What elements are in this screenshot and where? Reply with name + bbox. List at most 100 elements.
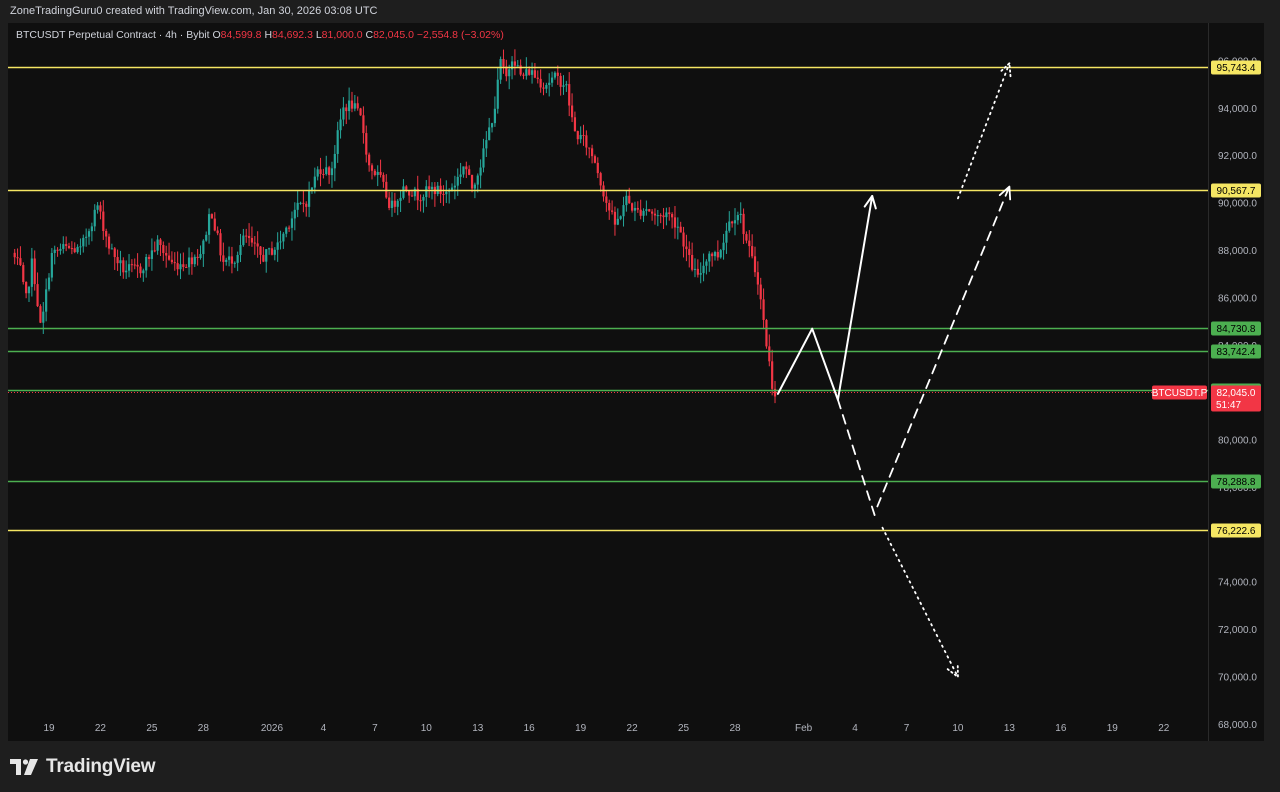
candle-body [731,221,734,224]
candle-body [159,239,162,246]
candle-body [739,213,742,216]
candle-body [127,264,131,271]
candle-body [348,100,351,112]
y-tick-label: 70,000.0 [1218,673,1257,684]
candle-body [385,181,388,198]
candle-body [156,239,159,251]
candle-body [753,256,757,273]
y-tick-label: 72,000.0 [1218,625,1257,636]
candle-body [305,203,308,207]
candle-body [651,211,654,214]
candle-body [722,242,725,251]
legend-open-label: O [212,29,221,41]
candle-body [145,257,148,271]
candle-body [610,210,614,212]
candle-body [176,263,179,270]
projection-dashed [837,398,877,520]
candle-body [73,248,76,253]
candle-body [199,254,202,259]
candle-body [525,69,528,76]
candle-body [125,270,128,273]
price-chart[interactable]: 68,000.070,000.072,000.074,000.078,000.0… [8,23,1264,741]
candle-body [445,191,448,195]
x-tick-label: 22 [1158,723,1170,734]
candle-body [162,245,165,253]
x-tick-label: 13 [1004,723,1016,734]
x-tick-label: 10 [421,723,433,734]
candle-body [219,233,222,256]
candle-body [488,127,491,141]
candle-body [679,226,682,233]
candle-body [616,218,619,225]
candle-body [27,286,31,294]
candle-body [87,231,91,237]
projection-solid [776,194,874,401]
tradingview-logo[interactable]: TradingView [10,756,156,778]
candle-body [147,257,151,259]
candle-body [450,187,454,191]
candle-body [513,61,517,66]
candle-body [353,103,356,109]
candle-body [642,210,645,216]
candle-body [736,215,739,221]
candle-body [668,212,671,215]
x-tick-label: 28 [729,723,741,734]
candle-body [142,270,145,274]
legend-open-value: 84,599.8 [220,29,262,41]
candle-body [539,78,542,88]
candle-body [368,154,371,166]
candle-body [751,246,754,257]
candle-body [588,147,591,149]
candle-body [545,84,548,89]
candle-body [408,190,411,196]
candle-body [225,259,228,262]
candle-body [250,237,254,243]
y-tick-label: 90,000.0 [1218,199,1257,210]
candle-body [579,134,582,140]
candle-body [742,213,745,235]
candle-body [13,252,16,258]
candle-body [53,249,56,254]
candle-body [419,200,422,202]
candle-body [110,248,113,250]
chart-panel[interactable]: 68,000.070,000.072,000.074,000.078,000.0… [8,23,1264,741]
projection-arrowhead [946,663,959,678]
candle-body [659,215,662,217]
candle-body [530,70,534,75]
last-price-countdown: 51:47 [1216,400,1241,411]
candle-body [336,130,339,154]
candle-body [265,249,268,262]
candle-body [765,319,768,347]
candle-body [167,255,171,260]
candle-body [485,140,488,149]
x-tick-label: 7 [372,723,378,734]
candle-body [196,256,199,259]
candle-body [376,171,379,176]
projection-dashed [876,185,1011,508]
candle-body [19,258,22,266]
candle-body [548,82,551,85]
candle-body [568,84,571,106]
y-tick-label: 80,000.0 [1218,436,1257,447]
y-tick-label: 86,000.0 [1218,293,1257,304]
candle-body [696,268,699,275]
candle-body [562,85,565,87]
candle-body [93,209,96,227]
level-tag-label: 84,730.8 [1217,324,1256,335]
candle-body [56,249,59,251]
candle-body [302,202,305,204]
candle-body [688,249,691,255]
candle-body [122,260,125,273]
candle-body [373,170,376,176]
legend-change: −2,554.8 (−3.02%) [416,29,504,41]
candle-body [619,216,622,219]
x-tick-label: 19 [1107,723,1119,734]
x-tick-label: 7 [904,723,910,734]
candle-body [759,284,762,300]
candle-body [99,205,102,212]
candle-body [62,244,65,249]
candle-body [496,79,499,109]
candle-body [393,200,396,207]
x-tick-label: 25 [146,723,158,734]
x-tick-label: 25 [678,723,690,734]
